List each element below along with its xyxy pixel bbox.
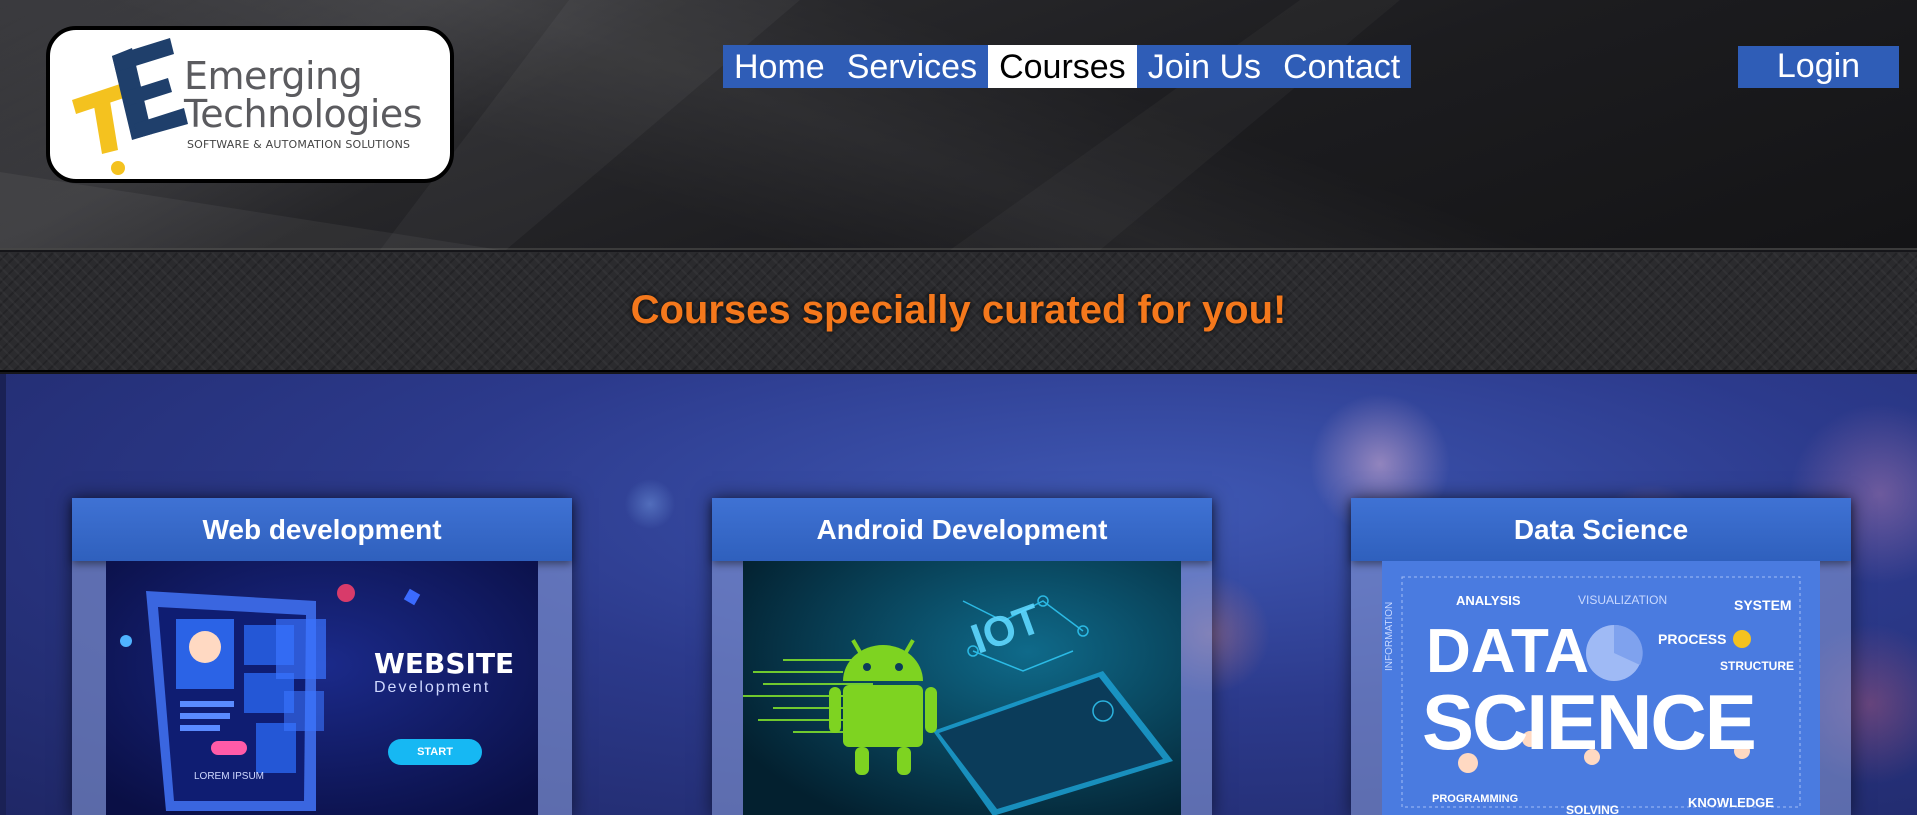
web-image-heading: WEBSITE [374,647,515,680]
page-title: Courses specially curated for you! [630,288,1287,332]
login-button[interactable]: Login [1738,46,1899,88]
data-tag: ANALYSIS [1456,593,1521,608]
course-card-title: Web development [72,498,572,561]
course-image-web[interactable]: WEBSITE Development START LOREM IPSUM [106,561,538,815]
header-bg-shard [950,0,1400,250]
brand-logo[interactable]: Emerging Technologies SOFTWARE & AUTOMAT… [46,26,454,183]
data-tag: PROCESS [1658,631,1727,647]
nav-item-courses[interactable]: Courses [988,45,1137,88]
data-tag: VISUALIZATION [1578,593,1668,607]
section-edge [0,374,6,815]
brand-name-line2: Technologies [184,92,423,136]
data-image-word1: DATA [1426,617,1589,686]
course-card-data-science[interactable]: Data Science DATA SCIENCE ANALYSIS VISUA… [1351,498,1851,815]
data-tag: PROGRAMMING [1432,793,1519,805]
tagline-band: Courses specially curated for you! [0,252,1917,372]
nav-item-services[interactable]: Services [836,45,988,88]
brand-tagline: SOFTWARE & AUTOMATION SOLUTIONS [187,138,411,151]
course-image-android[interactable]: IOT [743,561,1181,815]
courses-section: Web development WEBSITE Development STAR… [0,374,1917,815]
data-tag: INFORMATION [1384,601,1395,671]
web-image-subheading: Development [374,679,491,696]
course-card-title: Android Development [712,498,1212,561]
data-tag: SOLVING [1566,803,1620,815]
android-robot-icon [743,561,1181,815]
nav-item-contact[interactable]: Contact [1272,45,1411,88]
data-tag: STRUCTURE [1720,659,1794,673]
course-card-title: Data Science [1351,498,1851,561]
main-nav: Home Services Courses Join Us Contact [723,45,1412,88]
web-image-start-button: START [388,739,482,765]
course-card-android[interactable]: Android Development IOT [712,498,1212,815]
course-image-data-science[interactable]: DATA SCIENCE ANALYSIS VISUALIZATION SYST… [1382,561,1820,815]
data-tag: SYSTEM [1734,597,1792,613]
course-card-web[interactable]: Web development WEBSITE Development STAR… [72,498,572,815]
data-tag: KNOWLEDGE [1688,795,1774,810]
nav-item-join-us[interactable]: Join Us [1137,45,1272,88]
site-header: Emerging Technologies SOFTWARE & AUTOMAT… [0,0,1917,250]
web-image-caption: LOREM IPSUM [194,771,265,782]
data-image-word2: SCIENCE [1422,678,1757,766]
nav-item-home[interactable]: Home [723,45,836,88]
